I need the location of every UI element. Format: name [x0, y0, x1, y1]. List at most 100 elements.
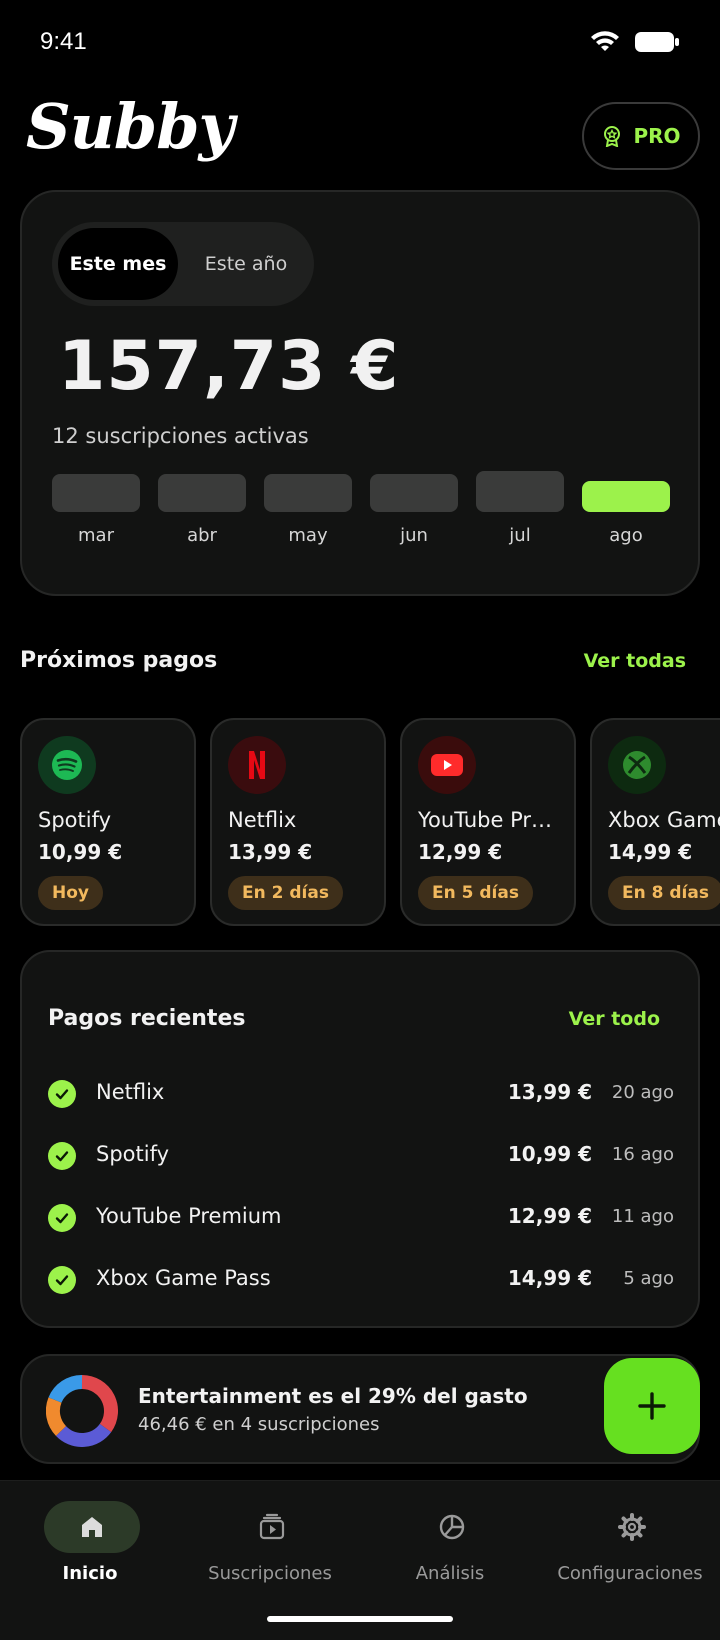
tab-subscriptions-pill [224, 1501, 320, 1553]
plus-icon [638, 1392, 666, 1420]
recent-payments-title: Pagos recientes [48, 1006, 246, 1031]
month-label: may [288, 525, 328, 546]
tab-settings-pill [584, 1501, 680, 1553]
insight-subtitle: 46,46 € en 4 suscripciones [138, 1414, 380, 1435]
due-badge: En 8 días [608, 876, 720, 910]
recent-amount: 14,99 € [507, 1266, 592, 1290]
recent-date: 20 ago [611, 1082, 674, 1103]
insight-title: Entertainment es el 29% del gasto [138, 1384, 528, 1408]
recent-name: YouTube Premium [96, 1204, 282, 1228]
month-label: jul [509, 525, 531, 546]
tab-home[interactable]: Inicio [0, 1501, 180, 1601]
wifi-icon [591, 31, 619, 51]
active-subscriptions-count: 12 suscripciones activas [52, 424, 309, 448]
due-badge: En 2 días [228, 876, 343, 910]
tab-label: Inicio [62, 1563, 118, 1584]
see-all-upcoming-link[interactable]: Ver todas [584, 650, 686, 672]
recent-name: Spotify [96, 1142, 170, 1166]
upcoming-card-netflix[interactable]: Netflix 13,99 € En 2 días [210, 718, 386, 926]
bar-fill [264, 474, 352, 512]
recent-date: 16 ago [611, 1144, 674, 1165]
spending-summary-card: Este mes Este año 157,73 € 12 suscripcio… [20, 190, 700, 596]
xbox-icon [608, 736, 666, 794]
due-badge: Hoy [38, 876, 103, 910]
recent-payments-card: Pagos recientes Ver todo Netflix 13,99 €… [20, 950, 700, 1328]
bar-fill-current [582, 481, 670, 512]
tab-settings[interactable]: Configuraciones [540, 1501, 720, 1601]
status-bar: 9:41 [0, 0, 720, 90]
status-icons [590, 30, 680, 54]
upcoming-price: 12,99 € [418, 840, 503, 864]
tab-this-year[interactable]: Este año [182, 228, 310, 300]
add-subscription-button[interactable] [604, 1358, 700, 1454]
see-all-recent-link[interactable]: Ver todo [569, 1008, 660, 1030]
month-bar-jun[interactable]: jun [370, 474, 458, 568]
upcoming-card-spotify[interactable]: Spotify 10,99 € Hoy [20, 718, 196, 926]
home-icon [82, 1517, 102, 1537]
upcoming-name: Spotify [38, 808, 112, 832]
bar-fill [370, 474, 458, 512]
upcoming-name: Xbox Game [608, 808, 720, 832]
tab-label: Suscripciones [208, 1563, 332, 1584]
app-logo: Subby [26, 90, 235, 163]
analysis-icon [439, 1514, 465, 1540]
status-time: 9:41 [40, 28, 87, 55]
recent-amount: 10,99 € [507, 1142, 592, 1166]
donut-segment-red [81, 1375, 118, 1433]
recent-name: Xbox Game Pass [96, 1266, 271, 1290]
upcoming-name: Netflix [228, 808, 297, 832]
tab-label: Análisis [415, 1563, 485, 1584]
check-icon [48, 1142, 76, 1170]
month-label: mar [78, 525, 114, 546]
upcoming-payments-title: Próximos pagos [20, 648, 218, 673]
donut-segment-purple [55, 1423, 112, 1447]
check-icon [48, 1266, 76, 1294]
recent-name: Netflix [96, 1080, 165, 1104]
recent-payment-row[interactable]: Xbox Game Pass 14,99 € 5 ago [48, 1262, 674, 1302]
tab-subscriptions[interactable]: Suscripciones [180, 1501, 360, 1601]
award-icon [604, 126, 621, 147]
recent-payment-row[interactable]: YouTube Premium 12,99 € 11 ago [48, 1200, 674, 1240]
recent-amount: 12,99 € [507, 1204, 592, 1228]
pro-button[interactable]: PRO [582, 102, 700, 170]
upcoming-name: YouTube Pr… [418, 808, 552, 832]
month-bar-mar[interactable]: mar [52, 474, 140, 568]
month-bar-jul[interactable]: jul [476, 471, 564, 568]
category-donut-chart [46, 1375, 118, 1447]
category-insight-card[interactable]: Entertainment es el 29% del gasto 46,46 … [20, 1354, 700, 1464]
month-bar-ago[interactable]: ago [582, 478, 670, 568]
bar-fill [52, 474, 140, 512]
recent-payment-row[interactable]: Netflix 13,99 € 20 ago [48, 1076, 674, 1116]
month-label: abr [187, 525, 217, 546]
monthly-bars: mar abr may jun jul ago [52, 471, 672, 568]
recent-date: 5 ago [623, 1268, 674, 1289]
month-label: jun [400, 525, 428, 546]
due-badge: En 5 días [418, 876, 533, 910]
upcoming-payments-list[interactable]: Spotify 10,99 € Hoy Netflix 13,99 € En 2… [20, 718, 720, 926]
tab-analysis[interactable]: Análisis [360, 1501, 540, 1601]
pro-label: PRO [633, 124, 681, 148]
upcoming-payments-header: Próximos pagos Ver todas [20, 648, 686, 682]
subscriptions-icon [259, 1513, 285, 1540]
tab-this-month[interactable]: Este mes [58, 228, 178, 300]
settings-icon [618, 1513, 646, 1541]
total-amount: 157,73 € [58, 327, 400, 406]
upcoming-card-xbox[interactable]: Xbox Game 14,99 € En 8 días [590, 718, 720, 926]
recent-amount: 13,99 € [507, 1080, 592, 1104]
period-segmented-control: Este mes Este año [52, 222, 314, 306]
battery-icon [635, 32, 679, 52]
tab-label: Configuraciones [557, 1563, 703, 1584]
month-bar-abr[interactable]: abr [158, 474, 246, 568]
donut-segment-blue [48, 1375, 83, 1404]
month-bar-may[interactable]: may [264, 474, 352, 568]
check-icon [48, 1204, 76, 1232]
bar-fill [476, 471, 564, 512]
upcoming-price: 10,99 € [38, 840, 123, 864]
home-indicator [267, 1616, 453, 1622]
upcoming-card-youtube[interactable]: YouTube Pr… 12,99 € En 5 días [400, 718, 576, 926]
spotify-icon [38, 736, 96, 794]
donut-segment-orange [46, 1397, 67, 1436]
recent-payment-row[interactable]: Spotify 10,99 € 16 ago [48, 1138, 674, 1178]
app-header: Subby PRO [0, 90, 720, 182]
bar-fill [158, 474, 246, 512]
